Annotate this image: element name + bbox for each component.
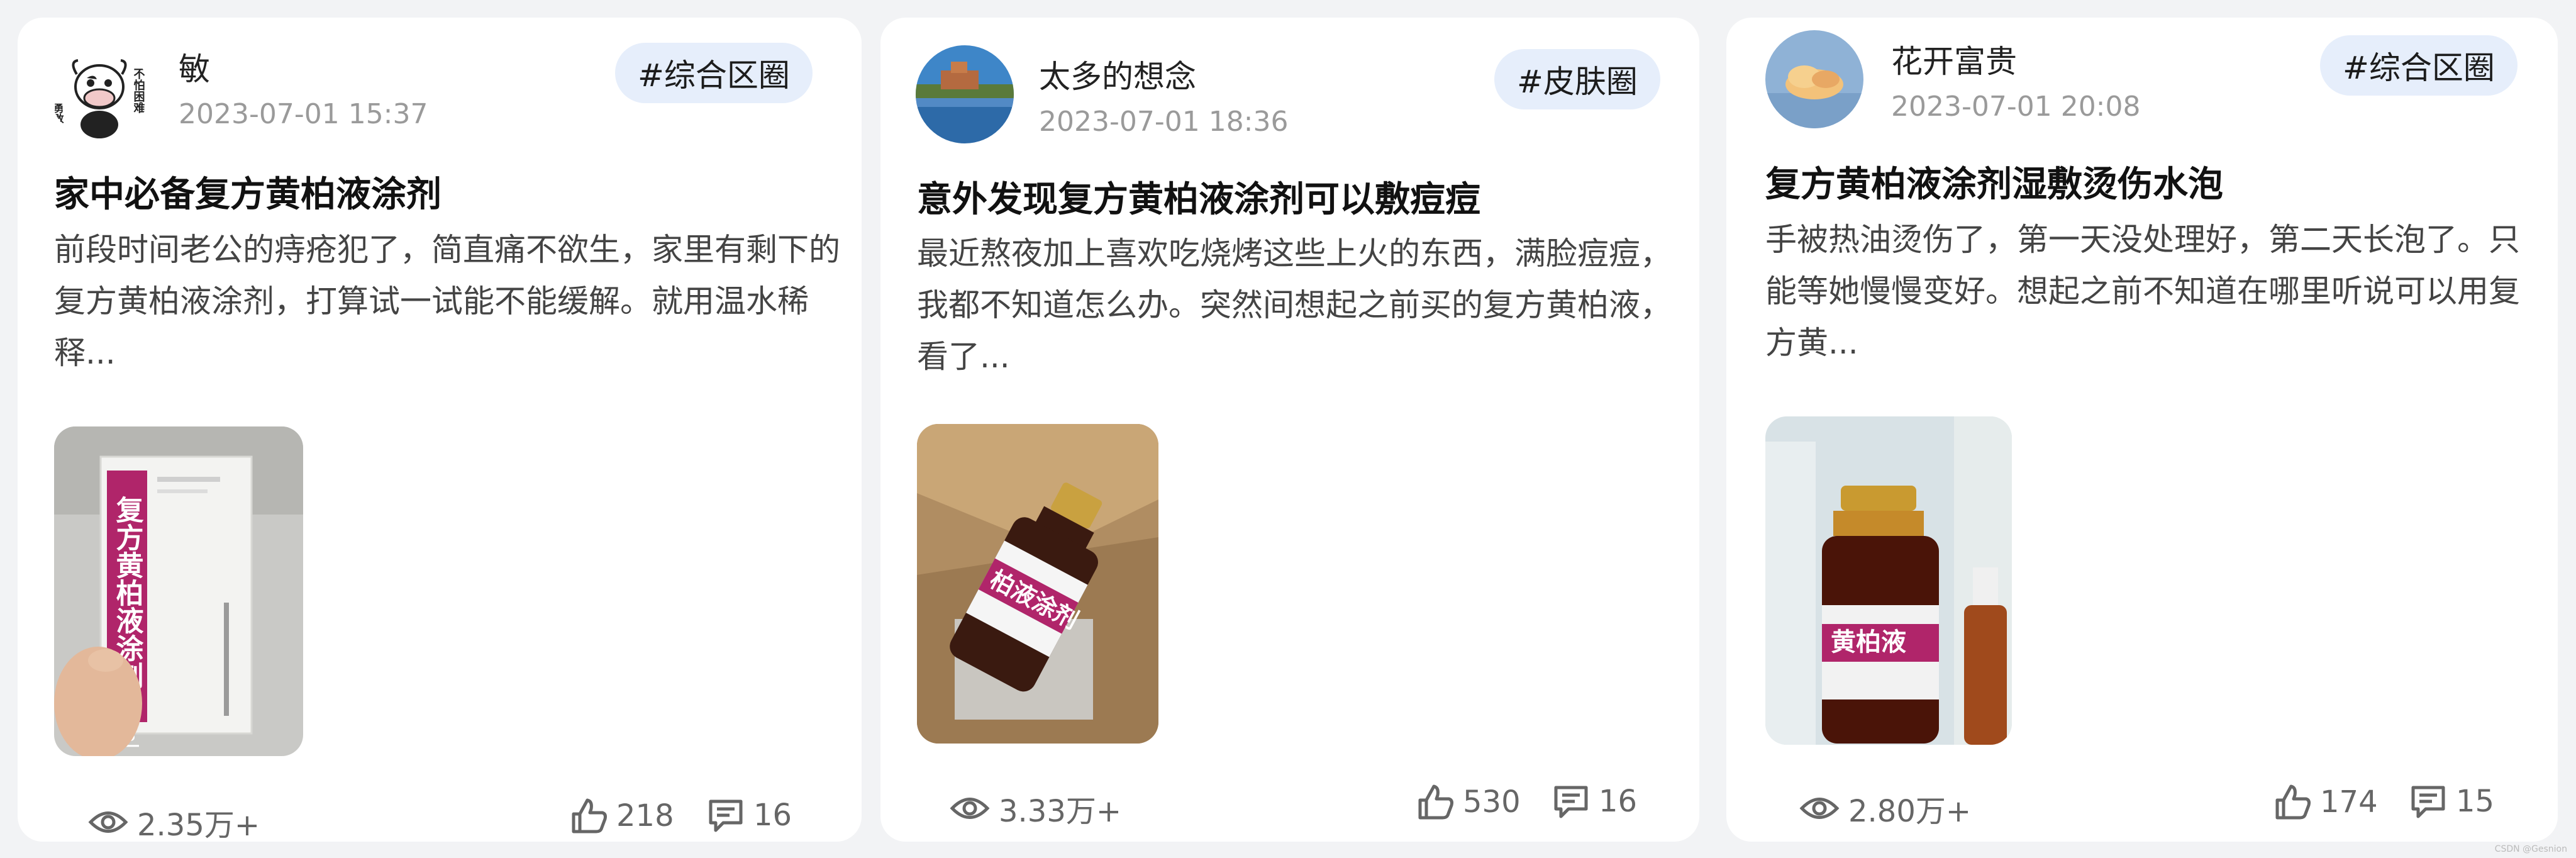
username[interactable]: 太多的想念 bbox=[1039, 52, 1196, 97]
post-datetime: 2023-07-01 20:08 bbox=[1891, 91, 2141, 123]
post-title[interactable]: 家中必备复方黄柏液涂剂 bbox=[54, 166, 441, 217]
view-count-value: 2.35万+ bbox=[137, 808, 260, 843]
comment-button[interactable]: 16 bbox=[707, 798, 792, 833]
view-count: 3.33万+ bbox=[950, 786, 1121, 830]
thumbs-up-icon bbox=[572, 798, 607, 833]
eye-icon bbox=[1799, 798, 1840, 819]
comment-count: 16 bbox=[753, 798, 792, 833]
post-card[interactable]: 花开富贵 2023-07-01 20:08 #综合区圈 复方黄柏液涂剂湿敷烫伤水… bbox=[1726, 18, 2558, 842]
watermark: CSDN @Gesnion bbox=[2494, 844, 2567, 854]
circle-tag[interactable]: #综合区圈 bbox=[2320, 35, 2518, 96]
view-count-value: 3.33万+ bbox=[999, 794, 1122, 829]
eye-icon bbox=[950, 798, 990, 819]
comment-count: 16 bbox=[1599, 784, 1638, 819]
post-datetime: 2023-07-01 18:36 bbox=[1039, 106, 1289, 138]
post-datetime: 2023-07-01 15:37 bbox=[179, 98, 428, 130]
post-card[interactable]: 太多的想念 2023-07-01 18:36 #皮肤圈 意外发现复方黄柏液涂剂可… bbox=[880, 18, 1699, 842]
user-avatar[interactable] bbox=[1765, 30, 1863, 128]
post-title[interactable]: 复方黄柏液涂剂湿敷烫伤水泡 bbox=[1765, 156, 2223, 207]
comment-icon bbox=[709, 800, 743, 832]
username[interactable]: 敏 bbox=[179, 44, 210, 89]
like-count: 530 bbox=[1463, 784, 1521, 820]
like-button[interactable]: 174 bbox=[2273, 784, 2378, 820]
image-product-name: 黄柏液 bbox=[1831, 628, 1906, 657]
circle-tag[interactable]: #皮肤圈 bbox=[1494, 49, 1660, 109]
view-count: 2.35万+ bbox=[88, 800, 260, 844]
post-excerpt[interactable]: 最近熬夜加上喜欢吃烧烤这些上火的东西，满脸痘痘，我都不知道怎么办。突然间想起之前… bbox=[917, 228, 1672, 382]
post-image[interactable]: 柏液涂剂 bbox=[917, 424, 1158, 744]
comment-button[interactable]: 15 bbox=[2409, 784, 2494, 819]
avatar-text-right: 不怕困难 bbox=[132, 68, 146, 114]
post-title[interactable]: 意外发现复方黄柏液涂剂可以敷痘痘 bbox=[917, 171, 1480, 222]
comment-icon bbox=[1554, 786, 1588, 818]
like-button[interactable]: 218 bbox=[570, 798, 674, 834]
avatar-text-left: 勇敢牛牛 bbox=[52, 103, 64, 141]
comment-count: 15 bbox=[2456, 784, 2495, 819]
user-avatar[interactable]: 不怕困难 勇敢牛牛 bbox=[50, 43, 148, 141]
post-excerpt[interactable]: 前段时间老公的痔疮犯了，简直痛不欲生，家里有剩下的复方黄柏液涂剂，打算试一试能不… bbox=[54, 224, 840, 379]
like-count: 174 bbox=[2320, 784, 2378, 820]
user-avatar[interactable] bbox=[916, 45, 1014, 143]
view-count: 2.80万+ bbox=[1799, 786, 1971, 830]
post-image[interactable]: 黄柏液 bbox=[1765, 416, 2012, 745]
thumbs-up-icon bbox=[1418, 784, 1453, 820]
username[interactable]: 花开富贵 bbox=[1891, 36, 2017, 82]
comment-button[interactable]: 16 bbox=[1552, 784, 1637, 819]
post-excerpt[interactable]: 手被热油烫伤了，第一天没处理好，第二天长泡了。只能等她慢慢变好。想起之前不知道在… bbox=[1765, 214, 2539, 369]
post-card[interactable]: 不怕困难 勇敢牛牛 敏 2023-07-01 15:37 #综合区圈 家中必备复… bbox=[18, 18, 862, 844]
comment-icon bbox=[2411, 786, 2445, 818]
like-button[interactable]: 530 bbox=[1416, 784, 1521, 820]
post-image[interactable]: 复方黄柏液涂剂 100ml bbox=[54, 426, 303, 756]
like-count: 218 bbox=[616, 798, 674, 833]
thumbs-up-icon bbox=[2275, 784, 2311, 820]
circle-tag[interactable]: #综合区圈 bbox=[615, 43, 813, 103]
eye-icon bbox=[88, 811, 128, 833]
view-count-value: 2.80万+ bbox=[1848, 794, 1972, 829]
